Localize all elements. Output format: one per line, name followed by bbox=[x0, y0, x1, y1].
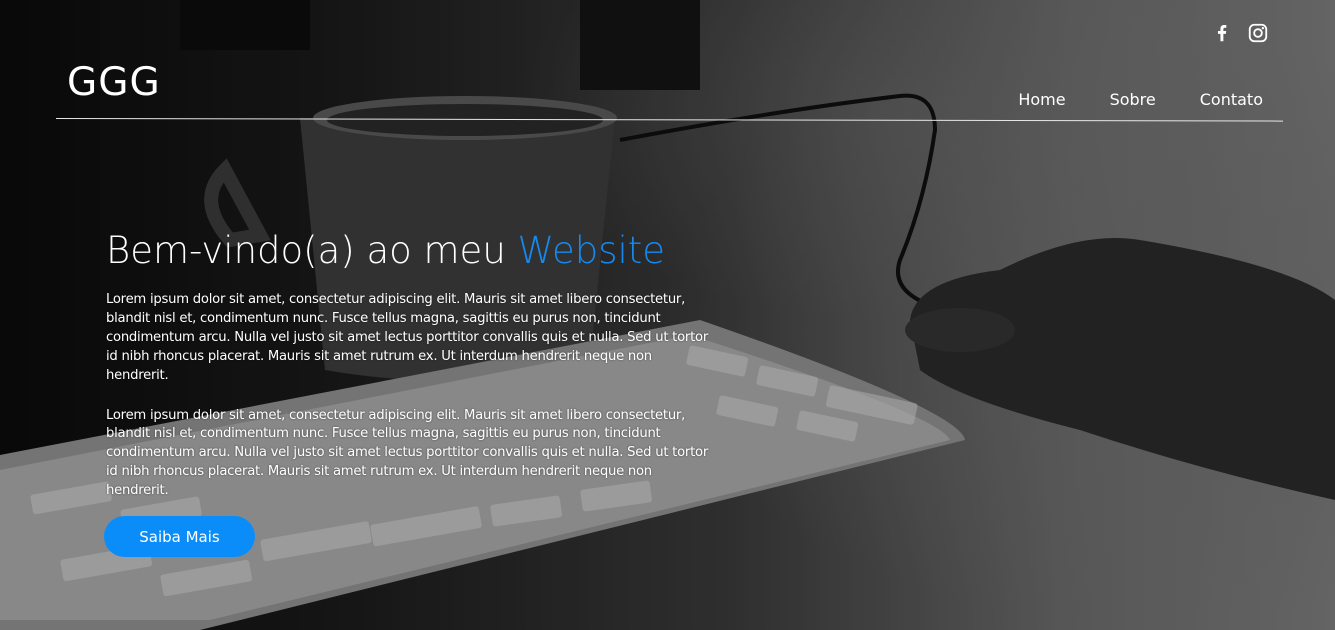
hero-title: Bem-vindo(a) ao meu Website bbox=[106, 225, 716, 277]
social-links bbox=[1211, 22, 1269, 44]
nav-item-sobre[interactable]: Sobre bbox=[1110, 90, 1156, 109]
hero-section: GGG Home Sobre Contato Bem-vindo(a) ao m… bbox=[0, 0, 1335, 630]
site-logo[interactable]: GGG bbox=[67, 60, 161, 106]
hero-title-prefix: Bem-vindo(a) ao meu bbox=[106, 229, 518, 272]
hero-paragraph-2: Lorem ipsum dolor sit amet, consectetur … bbox=[106, 407, 709, 499]
instagram-icon[interactable] bbox=[1247, 22, 1269, 44]
nav-item-contato[interactable]: Contato bbox=[1200, 90, 1263, 109]
facebook-icon[interactable] bbox=[1211, 22, 1233, 44]
saiba-mais-button[interactable]: Saiba Mais bbox=[104, 516, 255, 557]
hero-content: Bem-vindo(a) ao meu Website Lorem ipsum … bbox=[106, 225, 716, 522]
nav-item-home[interactable]: Home bbox=[1018, 90, 1065, 109]
hero-title-accent: Website bbox=[517, 229, 666, 272]
main-nav: Home Sobre Contato bbox=[1018, 90, 1263, 109]
hero-paragraph-1: Lorem ipsum dolor sit amet, consectetur … bbox=[106, 292, 709, 383]
